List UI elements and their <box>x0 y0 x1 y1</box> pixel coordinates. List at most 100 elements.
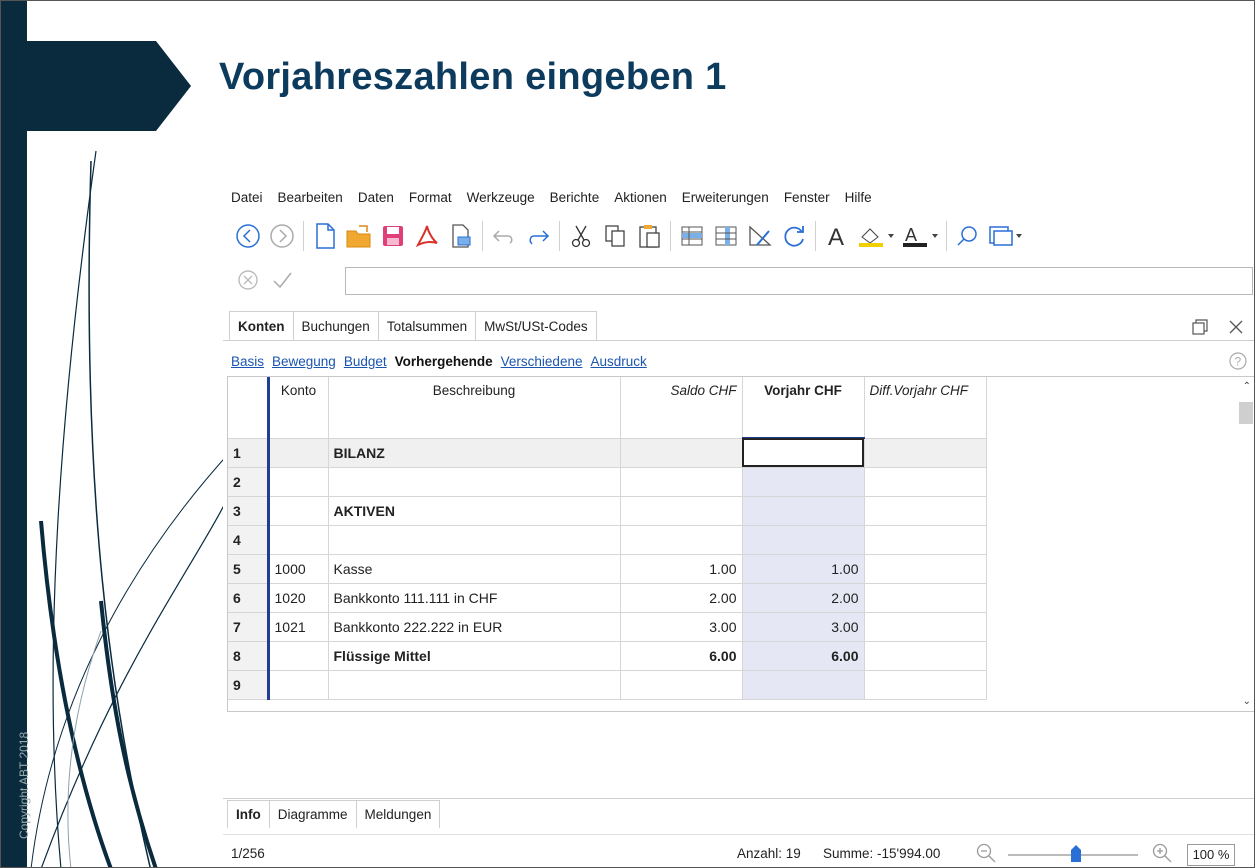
tab-totalsummen[interactable]: Totalsummen <box>378 311 477 341</box>
cell-konto[interactable] <box>268 467 329 497</box>
confirm-edit-icon[interactable] <box>265 263 299 297</box>
row-number[interactable]: 3 <box>228 496 270 526</box>
menu-erweiterungen[interactable]: Erweiterungen <box>682 190 769 205</box>
cell-saldo[interactable] <box>620 438 743 468</box>
cell-saldo[interactable]: 1.00 <box>620 554 743 584</box>
copy-icon[interactable] <box>598 219 632 253</box>
window-menu-icon[interactable] <box>985 219 1025 253</box>
table-row[interactable]: 2 <box>228 467 987 497</box>
col-header-diff-vorjahr[interactable]: Diff.Vorjahr CHF <box>864 377 987 439</box>
cell-vorjahr[interactable]: 3.00 <box>742 612 865 642</box>
cell-beschreibung[interactable]: BILANZ <box>328 438 621 468</box>
table-row[interactable]: 1 BILANZ <box>228 438 987 468</box>
table-row[interactable]: 7 1021 Bankkonto 222.222 in EUR 3.00 3.00 <box>228 612 987 642</box>
cell-vorjahr[interactable]: 1.00 <box>742 554 865 584</box>
cell-konto[interactable] <box>268 670 329 700</box>
col-header-vorjahr[interactable]: Vorjahr CHF <box>742 377 865 439</box>
row-number[interactable]: 4 <box>228 525 270 555</box>
cell-beschreibung[interactable]: Flüssige Mittel <box>328 641 621 671</box>
cell-vorjahr[interactable] <box>742 438 865 468</box>
cell-diff-vorjahr[interactable] <box>864 641 987 671</box>
cancel-edit-icon[interactable] <box>231 263 265 297</box>
view-vorhergehende[interactable]: Vorhergehende <box>395 354 493 369</box>
redo-icon[interactable] <box>521 219 555 253</box>
scroll-down-icon[interactable]: ⌄ <box>1243 696 1251 707</box>
cell-beschreibung[interactable]: Bankkonto 222.222 in EUR <box>328 612 621 642</box>
insert-row-icon[interactable] <box>675 219 709 253</box>
cell-beschreibung[interactable] <box>328 467 621 497</box>
table-row[interactable]: 5 1000 Kasse 1.00 1.00 <box>228 554 987 584</box>
cell-diff-vorjahr[interactable] <box>864 467 987 497</box>
cell-beschreibung[interactable]: Bankkonto 111.111 in CHF <box>328 583 621 613</box>
font-color-icon[interactable]: A <box>898 219 942 253</box>
cell-konto[interactable]: 1021 <box>268 612 329 642</box>
cell-konto[interactable] <box>268 496 329 526</box>
cell-diff-vorjahr[interactable] <box>864 670 987 700</box>
zoom-out-icon[interactable] <box>975 842 997 867</box>
col-header-beschreibung[interactable]: Beschreibung <box>328 377 621 439</box>
fill-color-icon[interactable] <box>854 219 898 253</box>
recalculate-icon[interactable] <box>777 219 811 253</box>
cell-saldo[interactable] <box>620 467 743 497</box>
row-number[interactable]: 8 <box>228 641 270 671</box>
forward-icon[interactable] <box>265 219 299 253</box>
cell-saldo[interactable] <box>620 496 743 526</box>
cell-saldo[interactable]: 6.00 <box>620 641 743 671</box>
row-number[interactable]: 2 <box>228 467 270 497</box>
close-icon[interactable] <box>1226 317 1246 340</box>
view-budget[interactable]: Budget <box>344 354 387 369</box>
cell-vorjahr[interactable] <box>742 670 865 700</box>
menu-fenster[interactable]: Fenster <box>784 190 830 205</box>
cell-konto[interactable]: 1000 <box>268 554 329 584</box>
menu-daten[interactable]: Daten <box>358 190 394 205</box>
cell-konto[interactable] <box>268 438 329 468</box>
tab-info[interactable]: Info <box>227 800 270 828</box>
cell-saldo[interactable] <box>620 525 743 555</box>
cell-vorjahr[interactable]: 6.00 <box>742 641 865 671</box>
insert-column-icon[interactable] <box>709 219 743 253</box>
menu-werkzeuge[interactable]: Werkzeuge <box>467 190 535 205</box>
cell-diff-vorjahr[interactable] <box>864 554 987 584</box>
row-number[interactable]: 1 <box>228 438 270 468</box>
cell-konto[interactable] <box>268 641 329 671</box>
table-row[interactable]: 8 Flüssige Mittel 6.00 6.00 <box>228 641 987 671</box>
search-icon[interactable] <box>951 219 985 253</box>
pdf-icon[interactable] <box>410 219 444 253</box>
edit-ruler-icon[interactable] <box>743 219 777 253</box>
print-preview-icon[interactable] <box>444 219 478 253</box>
cell-diff-vorjahr[interactable] <box>864 496 987 526</box>
tab-meldungen[interactable]: Meldungen <box>356 800 441 828</box>
open-folder-icon[interactable] <box>342 219 376 253</box>
cell-vorjahr[interactable]: 2.00 <box>742 583 865 613</box>
undo-icon[interactable] <box>487 219 521 253</box>
cell-beschreibung[interactable]: AKTIVEN <box>328 496 621 526</box>
table-row[interactable]: 4 <box>228 525 987 555</box>
vertical-scrollbar[interactable]: ⌃ ⌄ <box>1237 377 1254 711</box>
cell-vorjahr[interactable] <box>742 496 865 526</box>
cell-beschreibung[interactable] <box>328 525 621 555</box>
back-icon[interactable] <box>231 219 265 253</box>
cell-saldo[interactable] <box>620 670 743 700</box>
cell-edit-input[interactable] <box>345 267 1253 295</box>
row-number[interactable]: 7 <box>228 612 270 642</box>
save-icon[interactable] <box>376 219 410 253</box>
tab-diagramme[interactable]: Diagramme <box>269 800 357 828</box>
scroll-up-icon[interactable]: ⌃ <box>1243 381 1251 392</box>
cut-icon[interactable] <box>564 219 598 253</box>
table-row[interactable]: 6 1020 Bankkonto 111.111 in CHF 2.00 2.00 <box>228 583 987 613</box>
row-number[interactable]: 6 <box>228 583 270 613</box>
zoom-slider-thumb[interactable] <box>1070 845 1082 863</box>
view-verschiedene[interactable]: Verschiedene <box>501 354 583 369</box>
cell-diff-vorjahr[interactable] <box>864 525 987 555</box>
help-icon[interactable]: ? <box>1228 351 1248 374</box>
zoom-in-icon[interactable] <box>1151 842 1173 867</box>
restore-window-icon[interactable] <box>1190 317 1210 340</box>
table-row[interactable]: 9 <box>228 670 987 700</box>
cell-konto[interactable]: 1020 <box>268 583 329 613</box>
menu-berichte[interactable]: Berichte <box>550 190 600 205</box>
table-row[interactable]: 3 AKTIVEN <box>228 496 987 526</box>
row-number[interactable]: 9 <box>228 670 270 700</box>
font-icon[interactable]: A <box>820 219 854 253</box>
menu-bearbeiten[interactable]: Bearbeiten <box>278 190 343 205</box>
col-header-saldo[interactable]: Saldo CHF <box>620 377 743 439</box>
